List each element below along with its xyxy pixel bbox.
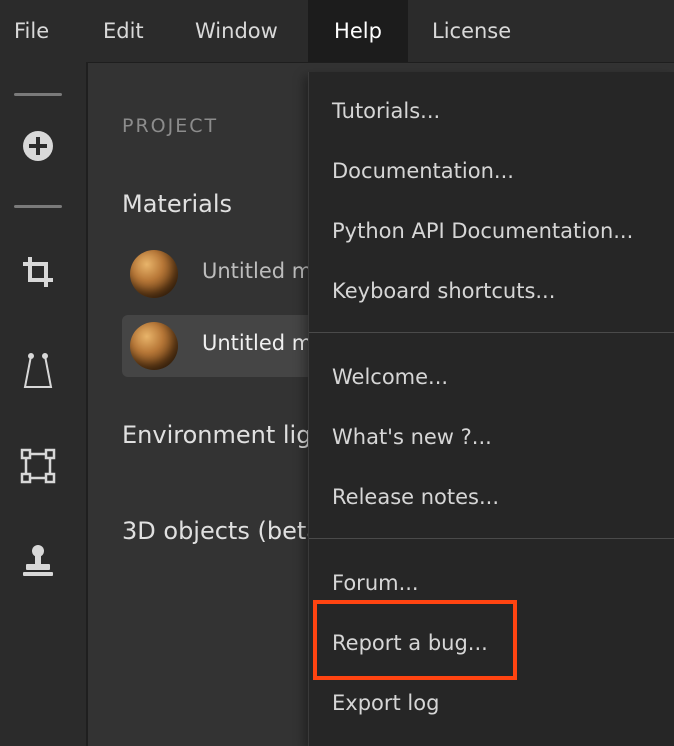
materials-section-title[interactable]: Materials <box>122 190 232 218</box>
menu-help[interactable]: Help <box>308 0 408 62</box>
menu-license[interactable]: License <box>432 0 511 62</box>
app-window: File Edit Window Help License PROJECT Ma… <box>0 0 674 746</box>
menu-file[interactable]: File <box>14 0 49 62</box>
menu-edit[interactable]: Edit <box>103 0 144 62</box>
environment-section-title[interactable]: Environment ligh <box>122 421 327 449</box>
material-thumbnail <box>130 322 178 370</box>
objects-section-title[interactable]: 3D objects (beta) <box>122 517 330 545</box>
menu-item-whats-new[interactable]: What's new ?... <box>332 417 492 457</box>
menu-item-python-api-docs[interactable]: Python API Documentation... <box>332 211 633 251</box>
add-icon[interactable] <box>16 124 60 168</box>
left-toolbar <box>0 62 88 746</box>
menu-separator <box>309 332 674 333</box>
menu-item-tutorials[interactable]: Tutorials... <box>332 91 440 131</box>
toolbar-divider <box>14 205 62 208</box>
material-label: Untitled ma <box>202 331 326 355</box>
crop-icon[interactable] <box>16 250 60 294</box>
highlight-box <box>313 600 517 680</box>
menu-item-release-notes[interactable]: Release notes... <box>332 477 499 517</box>
menu-item-keyboard-shortcuts[interactable]: Keyboard shortcuts... <box>332 271 555 311</box>
material-label: Untitled ma <box>202 259 326 283</box>
material-thumbnail <box>130 250 178 298</box>
menu-item-export-log[interactable]: Export log <box>332 683 439 723</box>
menu-item-welcome[interactable]: Welcome... <box>332 357 448 397</box>
toolbar-divider <box>14 93 62 96</box>
stamp-icon[interactable] <box>16 539 60 583</box>
perspective-icon[interactable] <box>16 350 60 394</box>
transform-icon[interactable] <box>16 444 60 488</box>
menu-separator <box>309 538 674 539</box>
menu-item-documentation[interactable]: Documentation... <box>332 151 514 191</box>
project-header: PROJECT <box>122 115 219 137</box>
menu-bar: File Edit Window Help License <box>0 0 674 63</box>
menu-item-forum[interactable]: Forum... <box>332 563 419 603</box>
menu-window[interactable]: Window <box>195 0 278 62</box>
help-dropdown-menu: Tutorials... Documentation... Python API… <box>308 72 674 746</box>
